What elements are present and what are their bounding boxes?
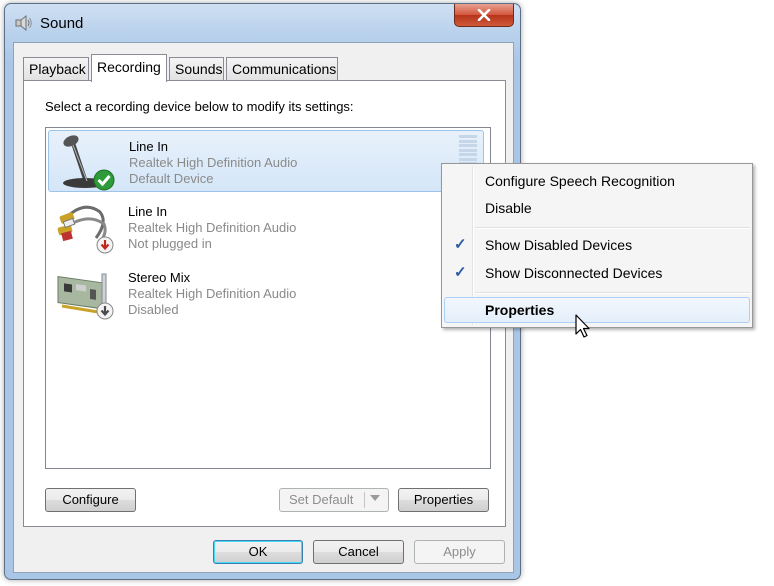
dialog-client-area: Playback Recording Sounds Communications… bbox=[13, 42, 514, 573]
instruction-text: Select a recording device below to modif… bbox=[45, 99, 354, 114]
device-status: Disabled bbox=[128, 302, 179, 317]
title-bar[interactable]: Sound bbox=[5, 4, 520, 42]
recording-tab-panel: Select a recording device below to modif… bbox=[23, 80, 506, 527]
context-menu: Configure Speech Recognition Disable ✓ S… bbox=[441, 163, 753, 328]
properties-button[interactable]: Properties bbox=[398, 488, 489, 512]
device-status: Default Device bbox=[129, 171, 214, 186]
device-line-in-unplugged[interactable]: Line In Realtek High Definition Audio No… bbox=[48, 196, 484, 258]
menu-item-disable[interactable]: Disable bbox=[444, 195, 750, 221]
mouse-pointer-icon bbox=[575, 314, 590, 338]
menu-item-show-disabled[interactable]: ✓ Show Disabled Devices bbox=[444, 232, 750, 258]
unplugged-arrow-icon bbox=[96, 236, 114, 254]
device-name: Line In bbox=[128, 204, 168, 219]
apply-button[interactable]: Apply bbox=[414, 540, 505, 564]
speaker-icon bbox=[15, 14, 32, 32]
device-line-in-default[interactable]: Line In Realtek High Definition Audio De… bbox=[48, 130, 484, 192]
disabled-arrow-icon bbox=[96, 302, 114, 320]
close-button[interactable] bbox=[454, 4, 514, 27]
menu-item-label: Show Disabled Devices bbox=[485, 237, 633, 253]
menu-item-properties[interactable]: Properties bbox=[444, 297, 750, 323]
tab-recording[interactable]: Recording bbox=[91, 54, 167, 82]
menu-item-show-disconnected[interactable]: ✓ Show Disconnected Devices bbox=[444, 260, 750, 286]
menu-item-label: Disable bbox=[485, 200, 532, 216]
menu-item-label: Show Disconnected Devices bbox=[485, 265, 663, 281]
device-driver: Realtek High Definition Audio bbox=[128, 220, 297, 235]
device-driver: Realtek High Definition Audio bbox=[129, 155, 298, 170]
check-icon: ✓ bbox=[454, 264, 467, 281]
device-driver: Realtek High Definition Audio bbox=[128, 286, 297, 301]
window-title: Sound bbox=[40, 15, 84, 32]
device-name: Line In bbox=[129, 139, 169, 154]
device-list[interactable]: Line In Realtek High Definition Audio De… bbox=[45, 127, 491, 469]
menu-separator bbox=[475, 227, 750, 229]
menu-item-label: Configure Speech Recognition bbox=[485, 173, 675, 189]
split-separator bbox=[364, 492, 365, 508]
ok-button[interactable]: OK bbox=[213, 540, 303, 564]
device-stereo-mix[interactable]: Stereo Mix Realtek High Definition Audio… bbox=[48, 262, 484, 324]
device-status: Not plugged in bbox=[128, 236, 212, 251]
check-icon: ✓ bbox=[454, 236, 467, 253]
close-icon bbox=[477, 9, 491, 21]
set-default-button[interactable]: Set Default bbox=[279, 488, 389, 512]
tab-playback[interactable]: Playback bbox=[23, 57, 89, 80]
tab-sounds[interactable]: Sounds bbox=[169, 57, 224, 80]
default-check-icon bbox=[93, 169, 115, 191]
chevron-down-icon[interactable] bbox=[370, 495, 380, 501]
menu-item-label: Properties bbox=[485, 302, 555, 318]
configure-button[interactable]: Configure bbox=[45, 488, 136, 512]
set-default-label: Set Default bbox=[289, 492, 354, 507]
tab-communications[interactable]: Communications bbox=[226, 57, 338, 80]
device-name: Stereo Mix bbox=[128, 270, 191, 285]
menu-separator bbox=[475, 292, 750, 294]
cancel-button[interactable]: Cancel bbox=[313, 540, 404, 564]
menu-item-configure-speech[interactable]: Configure Speech Recognition bbox=[444, 168, 750, 194]
